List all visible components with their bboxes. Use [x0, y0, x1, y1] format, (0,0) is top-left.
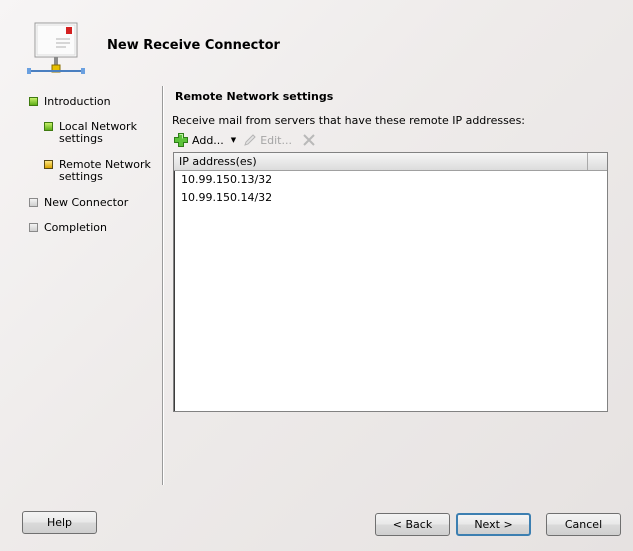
- add-dropdown-arrow-icon[interactable]: ▼: [231, 136, 236, 144]
- remove-button[interactable]: [302, 133, 316, 147]
- next-button[interactable]: Next >: [456, 513, 531, 536]
- step-complete-icon: [29, 97, 38, 106]
- section-description: Receive mail from servers that have thes…: [172, 114, 526, 127]
- nav-item-label: Completion: [44, 221, 108, 234]
- nav-item-local-network-settings[interactable]: Local Network settings: [44, 121, 137, 145]
- column-header-filler: [588, 153, 607, 170]
- ip-address-list[interactable]: IP address(es) 10.99.150.13/32 10.99.150…: [173, 152, 608, 412]
- step-current-icon: [44, 160, 53, 169]
- step-pending-icon: [29, 223, 38, 232]
- step-pending-icon: [29, 198, 38, 207]
- column-header-ip-address[interactable]: IP address(es): [174, 153, 588, 170]
- add-button-label: Add...: [192, 133, 224, 147]
- wizard-title: New Receive Connector: [107, 38, 280, 53]
- nav-item-remote-network-settings[interactable]: Remote Network settings: [44, 159, 151, 183]
- nav-item-label: Local Network settings: [59, 120, 137, 145]
- ip-list-toolbar: Add... ▼ Edit...: [173, 131, 316, 149]
- green-plus-icon: [174, 133, 188, 147]
- nav-item-completion[interactable]: Completion: [29, 222, 107, 234]
- nav-item-new-connector[interactable]: New Connector: [29, 197, 128, 209]
- mail-connector-icon: [26, 20, 86, 78]
- cancel-button[interactable]: Cancel: [546, 513, 621, 536]
- nav-item-label: Introduction: [44, 95, 111, 108]
- edit-button-label: Edit...: [260, 133, 292, 147]
- nav-item-introduction[interactable]: Introduction: [29, 96, 111, 108]
- red-x-icon: [303, 134, 315, 146]
- section-title: Remote Network settings: [175, 90, 334, 103]
- nav-item-label: Remote Network settings: [59, 158, 151, 183]
- new-receive-connector-wizard: New Receive Connector Introduction Local…: [0, 0, 633, 551]
- edit-button[interactable]: Edit...: [243, 133, 292, 147]
- help-button[interactable]: Help: [22, 511, 97, 534]
- nav-item-label: New Connector: [44, 196, 129, 209]
- add-button[interactable]: Add...: [173, 132, 224, 148]
- list-header: IP address(es): [174, 153, 607, 171]
- pencil-icon: [244, 134, 256, 146]
- list-item[interactable]: 10.99.150.14/32: [174, 189, 607, 207]
- step-complete-icon: [44, 122, 53, 131]
- list-item[interactable]: 10.99.150.13/32: [174, 171, 607, 189]
- back-button[interactable]: < Back: [375, 513, 450, 536]
- nav-divider: [162, 86, 164, 485]
